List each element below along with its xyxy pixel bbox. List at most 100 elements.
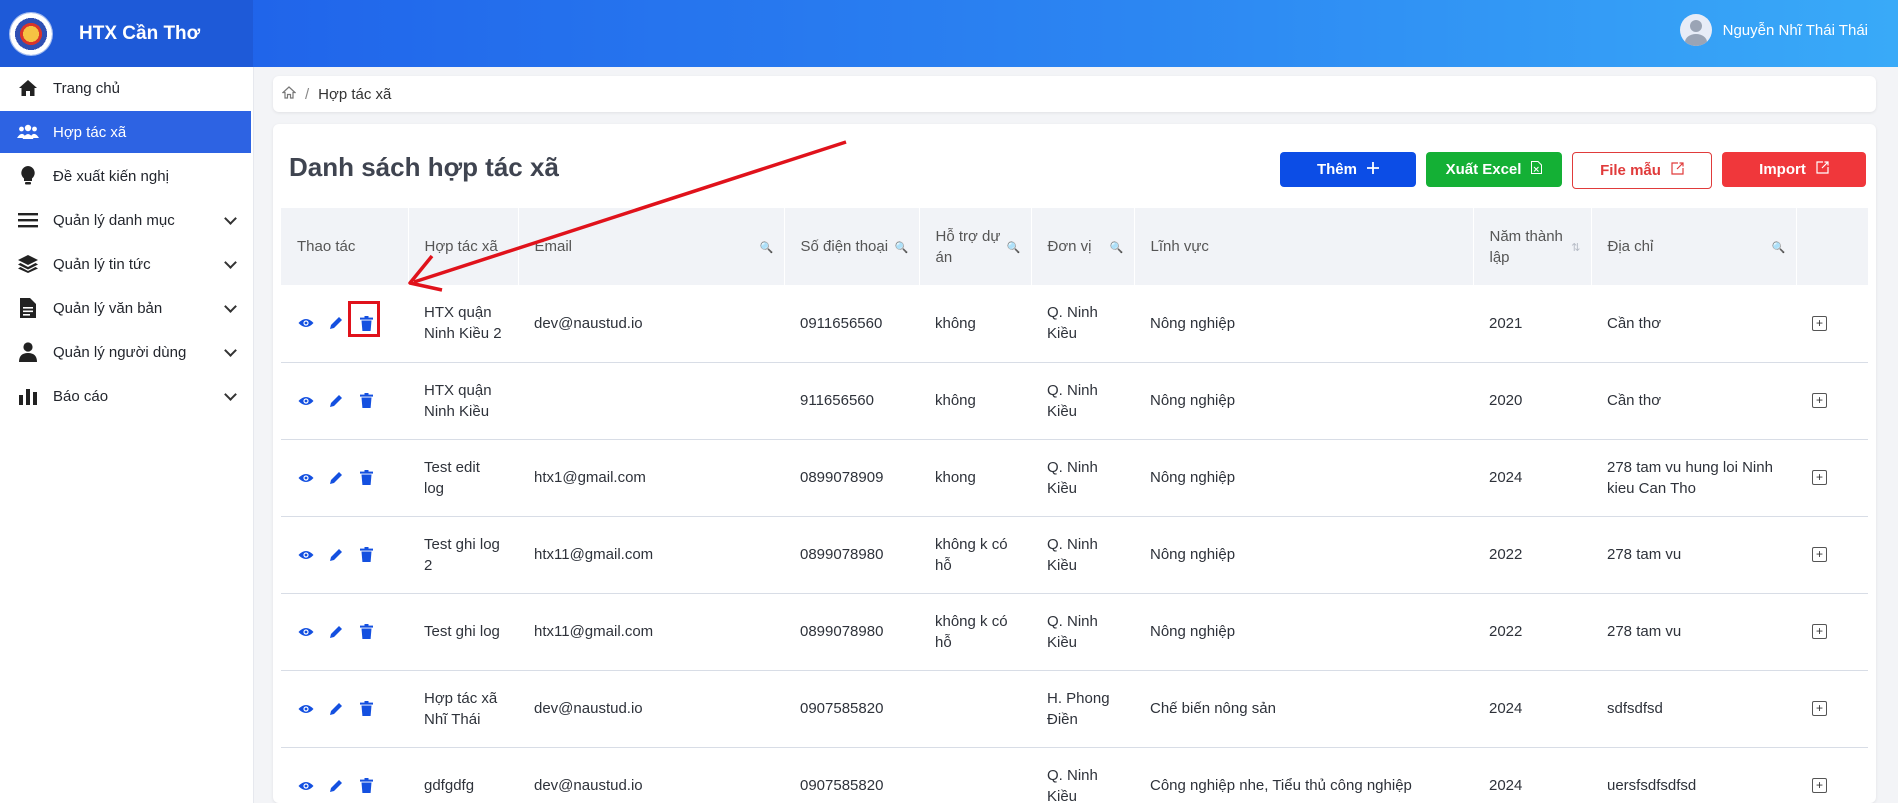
view-icon[interactable] [297, 314, 315, 332]
col-address[interactable]: Địa chỉ 🔍 [1591, 208, 1797, 285]
sidebar-item-users[interactable]: Quản lý người dùng [0, 331, 253, 373]
users-icon [17, 121, 39, 143]
chevron-down-icon [224, 256, 237, 269]
col-year[interactable]: Năm thành lập ⇅ [1473, 208, 1592, 285]
sidebar-item-home[interactable]: Trang chủ [0, 67, 253, 109]
col-field[interactable]: Lĩnh vực [1134, 208, 1474, 285]
delete-icon[interactable] [357, 623, 375, 641]
col-support[interactable]: Hỗ trợ dự án 🔍 [919, 208, 1032, 285]
sidebar-item-cooperatives[interactable]: Hợp tác xã [0, 111, 251, 153]
chevron-down-icon [224, 344, 237, 357]
expand-icon[interactable]: + [1812, 470, 1827, 485]
template-file-label: File mẫu [1600, 162, 1661, 179]
row-expand: + [1796, 285, 1868, 362]
cell-field: Công nghiệp nhe, Tiểu thủ công nghiệp [1150, 777, 1412, 794]
col-unit[interactable]: Đơn vị 🔍 [1031, 208, 1135, 285]
delete-icon[interactable] [357, 392, 375, 410]
brand[interactable]: HTX Cần Thơ [0, 0, 253, 67]
expand-icon[interactable]: + [1812, 547, 1827, 562]
col-support-label: Hỗ trợ dự án [935, 227, 1001, 266]
view-icon[interactable] [297, 546, 315, 564]
col-cooperative[interactable]: Hợp tác xã [408, 208, 519, 285]
chevron-down-icon [224, 300, 237, 313]
document-icon [17, 297, 39, 319]
sidebar-item-documents[interactable]: Quản lý văn bản [0, 287, 253, 329]
import-label: Import [1759, 161, 1806, 178]
delete-icon[interactable] [357, 700, 375, 718]
action-group [297, 777, 392, 795]
toolbar: Thêm Xuất Excel File mẫu Import [1280, 152, 1866, 189]
row-expand: + [1796, 439, 1868, 516]
col-expand [1796, 208, 1869, 285]
edit-icon[interactable] [327, 469, 345, 487]
add-button[interactable]: Thêm [1280, 152, 1416, 187]
sidebar-item-label: Hợp tác xã [53, 123, 127, 141]
user-menu[interactable]: Nguyễn Nhĩ Thái Thái [1679, 14, 1868, 46]
table-row: HTX quận Ninh Kiều 2 dev@naustud.io 091165… [281, 285, 1868, 362]
edit-icon[interactable] [327, 392, 345, 410]
expand-icon[interactable]: + [1812, 701, 1827, 716]
sidebar-item-proposals[interactable]: Đề xuất kiến nghị [0, 155, 253, 197]
edit-icon[interactable] [327, 777, 345, 795]
cell-field: Nông nghiệp [1150, 469, 1236, 486]
expand-icon[interactable]: + [1812, 393, 1827, 408]
content-card: Danh sách hợp tác xã Thêm Xuất Excel Fil… [273, 124, 1876, 803]
chevron-down-icon [224, 388, 237, 401]
excel-file-icon [1531, 161, 1543, 178]
expand-icon[interactable]: + [1812, 778, 1827, 793]
expand-icon[interactable]: + [1812, 624, 1827, 639]
sidebar-item-news[interactable]: Quản lý tin tức [0, 243, 253, 285]
view-icon[interactable] [297, 777, 315, 795]
view-icon[interactable] [297, 700, 315, 718]
col-email-label: Email [534, 238, 573, 255]
search-icon[interactable]: 🔍 [895, 238, 909, 259]
edit-icon[interactable] [327, 623, 345, 641]
sidebar-item-reports[interactable]: Báo cáo [0, 375, 253, 417]
row-expand: + [1796, 593, 1868, 670]
col-year-label: Năm thành lập [1489, 227, 1563, 266]
edit-icon[interactable] [327, 700, 345, 718]
delete-icon[interactable] [357, 469, 375, 487]
search-icon[interactable]: 🔍 [1110, 238, 1124, 259]
table-row: Hợp tác xã Nhĩ Thái dev@naustud.io 0907585… [281, 670, 1868, 747]
sidebar-item-label: Quản lý người dùng [53, 343, 187, 361]
cell-address: sdfsdfsd [1607, 700, 1663, 717]
delete-icon[interactable] [357, 546, 375, 564]
cell-name: Test edit log [424, 458, 480, 497]
edit-icon[interactable] [327, 546, 345, 564]
sidebar-item-categories[interactable]: Quản lý danh mục [0, 199, 253, 241]
view-icon[interactable] [297, 623, 315, 641]
view-icon[interactable] [297, 392, 315, 410]
row-actions [281, 747, 408, 803]
col-email[interactable]: Email 🔍 [518, 208, 785, 285]
home-icon[interactable] [281, 85, 297, 103]
export-excel-label: Xuất Excel [1445, 161, 1522, 178]
view-icon[interactable] [297, 469, 315, 487]
action-group [297, 392, 392, 410]
row-expand: + [1796, 362, 1868, 439]
search-icon[interactable]: 🔍 [760, 238, 774, 259]
cell-year: 2024 [1489, 777, 1523, 794]
chevron-down-icon [224, 212, 237, 225]
plus-icon [1367, 161, 1379, 178]
search-icon[interactable]: 🔍 [1772, 238, 1786, 259]
search-icon[interactable]: 🔍 [1007, 238, 1021, 259]
import-button[interactable]: Import [1722, 152, 1866, 187]
home-icon [17, 77, 39, 99]
col-phone[interactable]: Số điện thoại 🔍 [784, 208, 920, 285]
sidebar-item-label: Quản lý văn bản [53, 299, 163, 317]
row-expand: + [1796, 516, 1868, 593]
col-field-label: Lĩnh vực [1150, 238, 1209, 255]
delete-icon[interactable] [357, 777, 375, 795]
cooperatives-table: Thao tác Hợp tác xã Email 🔍 Số điện thoại… [281, 208, 1869, 803]
template-file-button[interactable]: File mẫu [1572, 152, 1712, 189]
sidebar: Trang chủ Hợp tác xã Đề xuất kiến nghị Q… [0, 67, 254, 803]
sidebar-item-label: Quản lý tin tức [53, 255, 151, 273]
expand-icon[interactable]: + [1812, 315, 1827, 331]
lightbulb-icon [17, 165, 39, 187]
cell-name: Hợp tác xã Nhĩ Thái [424, 689, 498, 728]
cell-year: 2020 [1489, 392, 1523, 409]
edit-icon[interactable] [327, 314, 345, 332]
export-excel-button[interactable]: Xuất Excel [1426, 152, 1562, 187]
sort-icon[interactable]: ⇅ [1571, 238, 1580, 259]
